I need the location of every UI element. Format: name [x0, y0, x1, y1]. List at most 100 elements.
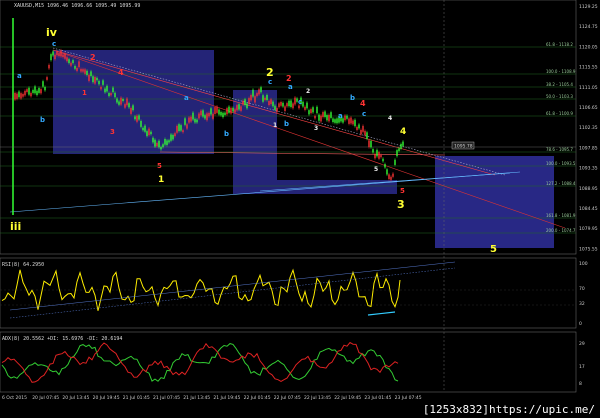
candle-body [152, 137, 154, 143]
candle-body [354, 119, 356, 127]
candle-body [206, 113, 208, 121]
rsi-tick: 70 [579, 286, 585, 292]
candle-body [234, 109, 236, 113]
candle-body [286, 103, 288, 107]
candle-body [56, 51, 58, 56]
candle-body [176, 125, 178, 133]
candle-body [290, 100, 292, 107]
candle-body [170, 134, 172, 141]
candle-body [280, 102, 282, 106]
candle-body [128, 103, 130, 108]
candle-body [400, 143, 402, 149]
candle-body [182, 130, 184, 133]
candle-body [344, 115, 346, 121]
candle-body [370, 140, 372, 148]
price-tick: 1111.05 [579, 85, 598, 91]
candle-body [332, 118, 334, 123]
time-tick: 21 Jul 19:45 [213, 395, 240, 401]
time-tick: 21 Jul 07:45 [153, 395, 180, 401]
candle-body [106, 85, 108, 92]
candle-body [330, 112, 332, 118]
candle-body [244, 99, 246, 106]
fib-label: 161.8 - 1081.9 [546, 213, 576, 218]
trading-chart[interactable]: 61.8 - 1118.2 100.0 - 1108.9 38.2 - 1105.4… [0, 0, 600, 418]
candle-body [164, 138, 166, 145]
rsi-pane[interactable] [0, 257, 577, 329]
candle-body [320, 115, 322, 122]
wave-label: 4 [360, 99, 366, 108]
wave-label: 2 [306, 88, 310, 95]
candle-body [38, 87, 40, 93]
fib-label: 127.2 - 1088.4 [546, 181, 576, 186]
time-tick: 20 Jul 07:45 [32, 395, 59, 401]
candle-body [276, 107, 278, 113]
price-axis: 1129.25 1124.75 1120.05 1115.55 1111.05 1106.… [579, 4, 598, 252]
candle-body [314, 115, 316, 119]
watermark: [1253x832]https://upic.me/ [419, 403, 598, 416]
candle-body [76, 67, 78, 71]
candle-body [136, 115, 138, 122]
candle-body [96, 77, 98, 81]
candle-body [376, 149, 378, 157]
candle-body [302, 101, 304, 107]
candle-body [306, 102, 308, 109]
candle-body [282, 102, 284, 107]
candle-body [124, 104, 126, 108]
candle-body [148, 128, 150, 136]
adx-label: ADX(8) 20.5562 +DI: 15.6976 -DI: 20.6194 [2, 336, 122, 342]
candle-body [156, 142, 158, 147]
price-tick: 1129.25 [579, 4, 598, 10]
wave-label: 1 [158, 175, 164, 185]
candle-body [186, 124, 188, 129]
wave-label: c [298, 98, 302, 106]
candle-body [304, 106, 306, 110]
candle-body [202, 110, 204, 117]
candle-body [42, 81, 44, 87]
candle-body [218, 109, 220, 115]
candle-body [252, 89, 254, 97]
candle-body [194, 118, 196, 123]
candle-body [398, 148, 400, 151]
fib-label: 100.0 - 1093.5 [546, 161, 576, 166]
price-tick: 1115.55 [579, 65, 598, 71]
wave-label: 2 [286, 74, 292, 83]
candle-body [372, 149, 374, 153]
candle-body [112, 87, 114, 93]
wave-label: 5 [157, 162, 162, 170]
candle-body [204, 115, 206, 119]
candle-body [374, 154, 376, 159]
price-tick: 1120.05 [579, 44, 598, 50]
rsi-axis: 100 70 32 0 [579, 261, 588, 327]
candle-body [226, 108, 228, 115]
candle-body [102, 80, 104, 85]
candle-body [154, 139, 156, 147]
candle-body [68, 59, 70, 64]
time-tick: 20 Jul 13:45 [62, 395, 89, 401]
wave-label: c [52, 40, 56, 48]
wave-label: 1 [82, 89, 87, 97]
candle-body [378, 152, 380, 159]
time-tick: 21 Jul 13:45 [183, 395, 210, 401]
candle-body [58, 53, 60, 56]
candle-body [214, 107, 216, 115]
candle-body [386, 169, 388, 175]
candle-body [288, 100, 290, 107]
candle-body [54, 54, 56, 60]
candle-body [78, 61, 80, 68]
candle-body [274, 105, 276, 110]
candle-body [366, 132, 368, 139]
adx-tick: 17 [579, 364, 585, 370]
candle-body [14, 92, 16, 100]
candle-body [28, 87, 30, 95]
candle-body [396, 150, 398, 157]
candle-body [66, 57, 68, 62]
candle-body [108, 93, 110, 97]
wave-label: 5 [490, 244, 497, 255]
candle-body [394, 159, 396, 165]
candle-body [130, 107, 132, 114]
candle-body [48, 64, 50, 69]
time-tick: 22 Jul 13:45 [304, 395, 331, 401]
candle-body [360, 129, 362, 135]
wave-label: a [288, 83, 293, 91]
candle-body [160, 147, 162, 150]
